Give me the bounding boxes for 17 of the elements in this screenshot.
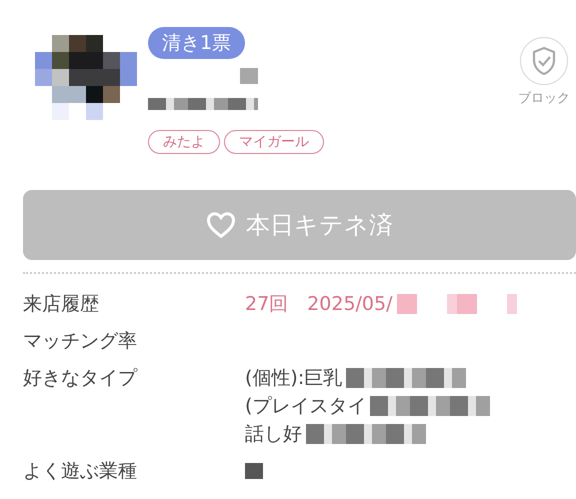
detail-label: 来店履歴 [23, 292, 100, 317]
block-label: ブロック [518, 90, 570, 107]
detail-value: (プレイスタイ [245, 394, 366, 419]
detail-label: よく遊ぶ業種 [23, 459, 138, 484]
mosaic-redaction [240, 68, 258, 84]
detail-value: 27回 2025/05/ [245, 292, 393, 317]
mosaic-redaction [245, 463, 263, 479]
shield-check-icon[interactable] [519, 36, 569, 86]
detail-value: 話し好 [245, 422, 302, 447]
profile-tag[interactable]: みたよ [148, 130, 220, 154]
profile-tag[interactable]: マイガール [224, 130, 324, 154]
detail-label: 好きなタイプ [23, 366, 138, 391]
kitene-button[interactable]: 本日キテネ済 [23, 190, 576, 260]
detail-value: (個性):巨乳 [245, 366, 342, 391]
heart-icon [206, 211, 236, 239]
detail-label: マッチング率 [23, 329, 138, 354]
vote-badge: 清き1票 [148, 27, 246, 59]
